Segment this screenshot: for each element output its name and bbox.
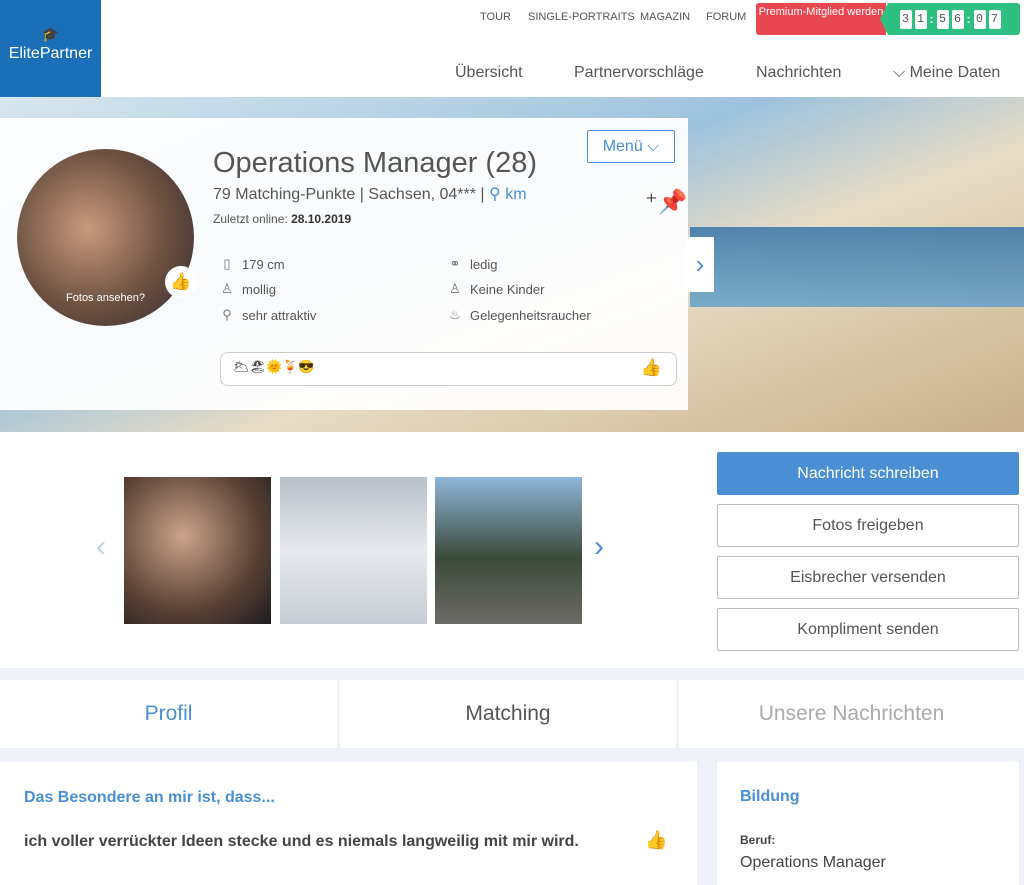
timer-digit: 1 (914, 9, 927, 29)
thumbs-up-icon[interactable]: 👍 (645, 830, 667, 851)
education-section: Bildung Beruf: Operations Manager (717, 762, 1019, 885)
chevron-right-icon[interactable]: › (686, 237, 714, 292)
attr-status: ⚭ ledig (448, 256, 498, 272)
timer-digit: 0 (973, 9, 986, 29)
avatar[interactable]: Fotos ansehen? (17, 149, 194, 326)
tab-matching[interactable]: Matching (340, 680, 676, 748)
timer-sep: : (966, 12, 971, 26)
logo-text: ElitePartner (8, 45, 93, 62)
attr-smoking: ♨ Gelegenheitsraucher (448, 307, 591, 323)
section-heading: Das Besondere an mir ist, dass... (24, 789, 275, 806)
matching-points: 79 Matching-Punkte | Sachsen, 04*** | (213, 186, 485, 203)
attr-body: ♙ mollig (220, 281, 276, 297)
send-icebreaker-button[interactable]: Eisbrecher versenden (717, 556, 1019, 599)
chevron-down-icon: ⌵ (647, 138, 660, 155)
tab-unsere-nachrichten[interactable]: Unsere Nachrichten (679, 680, 1024, 748)
timer-digit: 6 (951, 9, 964, 29)
menu-label: Menü (602, 138, 643, 155)
sea-image (690, 227, 1024, 307)
online-label: Zuletzt online: (213, 212, 288, 226)
nav-magazin[interactable]: MAGAZIN (640, 11, 690, 23)
timer-digit: 5 (936, 9, 949, 29)
attr-text: Keine Kinder (470, 281, 545, 297)
distance: km (505, 186, 527, 203)
profile-title: Operations Manager (28) (213, 147, 537, 179)
profile-subtitle: 79 Matching-Punkte | Sachsen, 04*** | ⚲ … (213, 184, 527, 204)
nav-partnervorschlaege[interactable]: Partnervorschläge (574, 64, 704, 82)
tab-profil[interactable]: Profil (0, 680, 337, 748)
mood-box: 🌥🏖🌞🍹😎 👍 (220, 352, 677, 386)
nav-uebersicht[interactable]: Übersicht (455, 64, 523, 82)
menu-button[interactable]: Menü ⌵ (587, 130, 675, 163)
photo-thumbnail[interactable] (280, 477, 427, 624)
chevron-right-icon[interactable]: › (594, 530, 604, 564)
rings-icon: ⚭ (449, 256, 461, 271)
thumbs-up-icon[interactable]: 👍 (641, 358, 662, 378)
pin-favorite-icon[interactable]: ⁺📌 (645, 188, 688, 217)
attr-text: mollig (242, 281, 276, 297)
last-online: Zuletzt online: 28.10.2019 (213, 212, 351, 226)
cigarette-icon: ♨ (449, 307, 461, 322)
ruler-icon: ▯ (223, 256, 231, 271)
attr-text: 179 cm (242, 256, 285, 272)
timer-sep: : (929, 12, 934, 26)
child-icon: ♙ (449, 281, 461, 296)
chevron-left-icon[interactable]: ‹ (96, 530, 106, 564)
thumbs-up-icon[interactable]: 👍 (165, 266, 197, 298)
attr-text: sehr attraktiv (242, 307, 317, 323)
nav-nachrichten[interactable]: Nachrichten (756, 64, 841, 82)
chevron-down-icon: ⌵ (893, 64, 910, 81)
nav-single-portraits[interactable]: SINGLE-PORTRAITS (528, 11, 635, 23)
attr-attractiveness: ⚲ sehr attraktiv (220, 307, 316, 323)
countdown-timer: 31:56:07 (880, 3, 1020, 35)
mood-emojis: 🌥🏖🌞🍹😎 (233, 359, 315, 374)
mirror-icon: ⚲ (222, 307, 232, 322)
send-compliment-button[interactable]: Kompliment senden (717, 608, 1019, 651)
attr-height: ▯ 179 cm (220, 256, 285, 272)
location-pin-icon: ⚲ (489, 186, 501, 203)
photo-thumbnail[interactable] (124, 477, 271, 624)
attr-text: Gelegenheitsraucher (470, 307, 591, 323)
timer-digit: 3 (899, 9, 912, 29)
nav-meine-daten[interactable]: ⌵ Meine Daten (893, 64, 1000, 82)
nav-tour[interactable]: TOUR (480, 11, 511, 23)
section-heading: Bildung (740, 788, 800, 805)
job-value: Operations Manager (740, 854, 886, 871)
attr-children: ♙ Keine Kinder (448, 281, 544, 297)
attr-text: ledig (470, 256, 498, 272)
online-date: 28.10.2019 (291, 212, 352, 226)
job-label: Beruf: (740, 833, 776, 847)
send-message-button[interactable]: Nachricht schreiben (717, 452, 1019, 495)
timer-digit: 7 (988, 9, 1001, 29)
photos-link[interactable]: Fotos ansehen? (17, 292, 194, 304)
body-icon: ♙ (221, 281, 233, 296)
photo-thumbnail[interactable] (435, 477, 582, 624)
premium-button[interactable]: Premium-Mitglied werden (756, 3, 886, 35)
special-text: ich voller verrückter Ideen stecke und e… (24, 833, 579, 850)
nav-label: Meine Daten (909, 64, 1001, 81)
nav-forum[interactable]: FORUM (706, 11, 746, 23)
share-photos-button[interactable]: Fotos freigeben (717, 504, 1019, 547)
graduation-cap-icon: 🎓 (41, 26, 60, 42)
logo[interactable]: 🎓 ElitePartner (0, 0, 101, 97)
special-section: Das Besondere an mir ist, dass... ich vo… (0, 762, 697, 885)
